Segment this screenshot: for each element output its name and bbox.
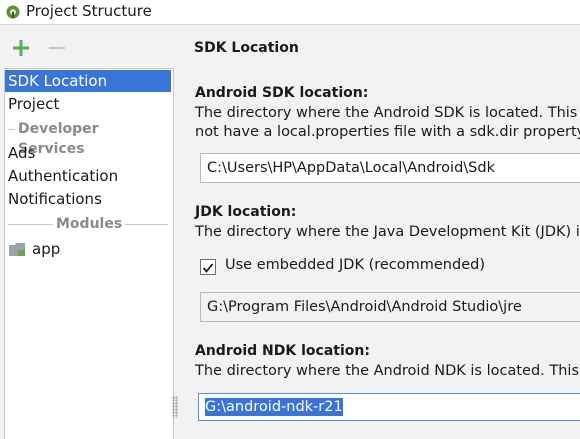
group-modules: Modules	[5, 214, 171, 234]
android-studio-icon	[6, 5, 20, 19]
selected-text: G:\android-ndk-r21	[205, 398, 343, 416]
android-sdk-heading: Android SDK location:	[195, 85, 369, 101]
window-titlebar: Project Structure	[0, 0, 580, 25]
check-icon	[202, 263, 214, 273]
page-title: SDK Location	[194, 40, 299, 56]
android-ndk-path-field[interactable]: G:\android-ndk-r21	[198, 393, 580, 421]
android-sdk-description-2: not have a local.properties file with a …	[195, 124, 580, 140]
minus-icon[interactable]	[47, 38, 67, 58]
window-title: Project Structure	[26, 2, 152, 20]
sidebar-item-ads[interactable]: Ads	[5, 142, 171, 164]
sidebar-item-app[interactable]: app	[5, 238, 171, 260]
content-panel: SDK Location Android SDK location: The d…	[180, 24, 580, 438]
module-folder-icon	[9, 243, 25, 256]
sidebar-item-authentication[interactable]: Authentication	[5, 165, 171, 187]
sidebar-item-label: Ads	[8, 144, 36, 162]
use-embedded-jdk-checkbox[interactable]	[200, 259, 216, 275]
sidebar-item-label: SDK Location	[8, 72, 108, 90]
group-developer-services: Developer Services	[5, 119, 171, 159]
sidebar-item-sdk-location[interactable]: SDK Location	[5, 70, 171, 92]
sidebar-item-label: Project	[8, 95, 60, 113]
sidebar-item-project[interactable]: Project	[5, 93, 171, 115]
android-sdk-description: The directory where the Android SDK is l…	[195, 105, 578, 121]
sidebar: SDK Location Project Developer Services …	[4, 68, 174, 439]
use-embedded-jdk-label[interactable]: Use embedded JDK (recommended)	[225, 257, 485, 273]
resize-handle[interactable]	[172, 396, 178, 418]
sidebar-item-notifications[interactable]: Notifications	[5, 188, 171, 210]
jdk-heading: JDK location:	[195, 204, 297, 220]
android-ndk-description: The directory where the Android NDK is l…	[195, 363, 580, 379]
plus-icon[interactable]	[11, 38, 31, 58]
sidebar-item-label: Authentication	[8, 167, 119, 185]
sidebar-item-label: app	[32, 240, 61, 258]
group-label: Modules	[53, 214, 126, 234]
jdk-description: The directory where the Java Development…	[195, 224, 580, 240]
sidebar-item-label: Notifications	[8, 190, 102, 208]
jdk-path-field: G:\Program Files\Android\Android Studio\…	[200, 292, 580, 322]
android-ndk-heading: Android NDK location:	[195, 343, 370, 359]
android-sdk-path-field[interactable]: C:\Users\HP\AppData\Local\Android\Sdk	[200, 153, 580, 183]
